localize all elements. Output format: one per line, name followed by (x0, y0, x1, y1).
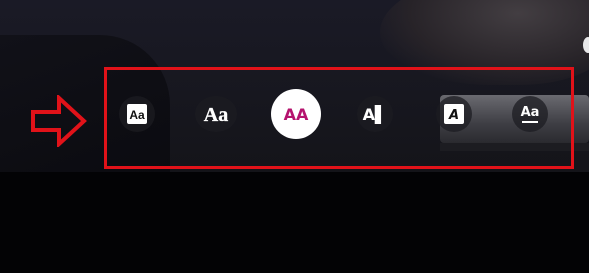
font-style-label: Aa (204, 104, 228, 126)
font-style-italic-button[interactable]: A (436, 96, 472, 132)
font-style-label: A (448, 108, 459, 123)
font-italic-icon: A (444, 104, 464, 124)
edge-indicator (583, 37, 589, 53)
font-style-strong-button[interactable]: AA (271, 89, 321, 139)
font-modern-icon: A▌ (363, 104, 388, 124)
right-arrow-outline-icon (31, 95, 87, 147)
font-style-label: A▌ (363, 104, 388, 124)
font-style-label: Aa (521, 105, 540, 120)
font-style-classic-button[interactable]: Aa (119, 96, 155, 132)
font-style-modern-button[interactable]: A▌ (357, 96, 393, 132)
font-style-label: Aa (129, 108, 145, 122)
font-underline-icon: Aa (521, 105, 540, 123)
font-style-label: AA (284, 105, 309, 124)
font-classic-icon: Aa (127, 104, 147, 124)
font-typewriter-icon: Aa (204, 104, 229, 126)
background-bottom (0, 172, 589, 273)
font-strong-icon: AA (284, 105, 309, 124)
font-style-selector-highlight (104, 67, 574, 169)
font-style-typewriter-button[interactable]: Aa (195, 96, 237, 132)
font-style-underline-button[interactable]: Aa (512, 96, 548, 132)
